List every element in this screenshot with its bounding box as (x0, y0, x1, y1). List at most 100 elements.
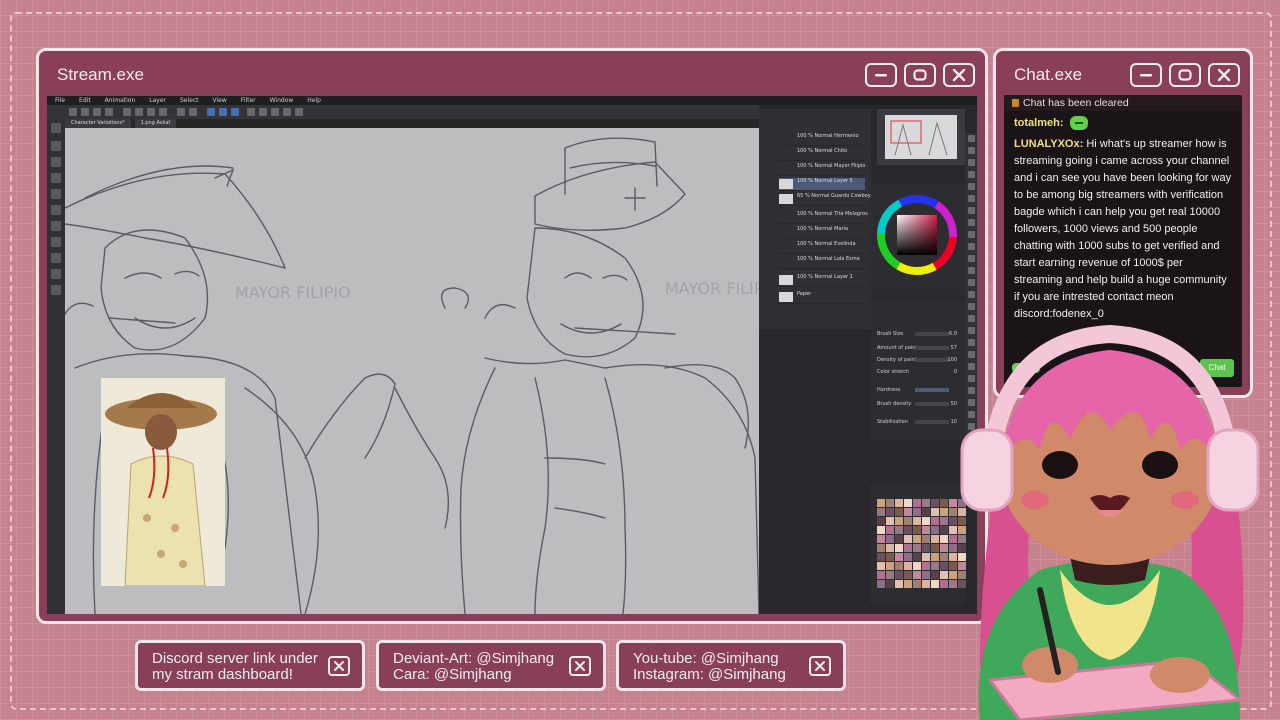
color-wheel[interactable] (871, 183, 965, 295)
color-swatch[interactable] (895, 526, 903, 534)
color-swatch[interactable] (922, 544, 930, 552)
color-swatch[interactable] (931, 562, 939, 570)
layer-item[interactable]: Paper (779, 291, 865, 304)
navigator-thumbnail[interactable] (885, 115, 957, 159)
drawing-canvas[interactable]: MAYOR FILIPIO MAYOR FILIPIO (65, 128, 759, 614)
menu-item[interactable]: View (213, 96, 227, 105)
color-swatch[interactable] (886, 571, 894, 579)
color-swatch[interactable] (922, 562, 930, 570)
layer-item[interactable]: 100 % Normal Tita Melagros (779, 211, 868, 224)
color-swatch[interactable] (931, 571, 939, 579)
color-swatch[interactable] (895, 580, 903, 588)
color-swatch[interactable] (886, 508, 894, 516)
color-swatch[interactable] (895, 517, 903, 525)
color-swatch[interactable] (895, 499, 903, 507)
chat-username[interactable]: LUNALYXOx: (1014, 138, 1083, 150)
color-swatch[interactable] (904, 580, 912, 588)
color-swatch[interactable] (904, 544, 912, 552)
menu-item[interactable]: Animation (105, 96, 136, 105)
color-swatch[interactable] (895, 562, 903, 570)
layer-item[interactable]: 100 % Normal Mayor Filipio (779, 163, 866, 176)
color-swatch[interactable] (877, 562, 885, 570)
color-swatch[interactable] (931, 517, 939, 525)
info-close-button[interactable] (809, 656, 831, 676)
minimize-button[interactable] (865, 63, 897, 87)
color-swatch[interactable] (913, 553, 921, 561)
color-swatch[interactable] (895, 553, 903, 561)
close-button[interactable] (1208, 63, 1240, 87)
color-swatch[interactable] (913, 580, 921, 588)
color-swatch[interactable] (904, 517, 912, 525)
layer-item[interactable]: 100 % Normal Evelinda (779, 241, 865, 254)
color-swatch[interactable] (922, 553, 930, 561)
color-swatch[interactable] (877, 508, 885, 516)
tab-reference[interactable]: 1.png Avkat (134, 119, 177, 128)
color-swatch[interactable] (877, 571, 885, 579)
color-swatch[interactable] (886, 544, 894, 552)
menu-item[interactable]: Edit (79, 96, 91, 105)
color-swatch[interactable] (877, 544, 885, 552)
menu-item[interactable]: File (55, 96, 65, 105)
layer-item[interactable]: 100 % Normal Layer 1 (779, 274, 865, 287)
color-swatch[interactable] (922, 499, 930, 507)
color-swatch[interactable] (931, 580, 939, 588)
color-swatch[interactable] (895, 571, 903, 579)
chat-username[interactable]: totalmeh: (1014, 117, 1064, 129)
menu-item[interactable]: Help (307, 96, 321, 105)
color-swatch[interactable] (904, 499, 912, 507)
color-swatch[interactable] (913, 499, 921, 507)
color-swatch[interactable] (913, 526, 921, 534)
color-swatch[interactable] (877, 517, 885, 525)
color-swatch[interactable] (886, 580, 894, 588)
color-swatch[interactable] (922, 580, 930, 588)
color-swatch[interactable] (904, 553, 912, 561)
menu-item[interactable]: Window (270, 96, 294, 105)
color-swatch[interactable] (922, 526, 930, 534)
layer-item[interactable]: 65 % Normal Guardo Cowboy (779, 193, 871, 206)
layer-item[interactable]: 100 % Normal Maria (779, 226, 865, 239)
layer-item[interactable]: 100 % Normal Chito (779, 148, 865, 161)
menu-item[interactable]: Layer (149, 96, 166, 105)
color-swatch[interactable] (913, 517, 921, 525)
color-swatch[interactable] (886, 517, 894, 525)
color-swatch[interactable] (886, 562, 894, 570)
menu-item[interactable]: Filter (241, 96, 256, 105)
layer-item[interactable]: 100 % Normal Lola Esme (779, 256, 865, 269)
color-swatch[interactable] (877, 553, 885, 561)
color-swatch[interactable] (886, 553, 894, 561)
color-swatch[interactable] (931, 553, 939, 561)
color-swatch[interactable] (877, 526, 885, 534)
color-swatch[interactable] (904, 535, 912, 543)
minimize-button[interactable] (1130, 63, 1162, 87)
color-swatch[interactable] (904, 508, 912, 516)
color-swatch[interactable] (913, 535, 921, 543)
maximize-button[interactable] (904, 63, 936, 87)
color-swatch[interactable] (877, 535, 885, 543)
color-swatch[interactable] (931, 499, 939, 507)
color-swatch[interactable] (922, 517, 930, 525)
color-swatch[interactable] (913, 571, 921, 579)
color-swatch[interactable] (886, 526, 894, 534)
color-swatch[interactable] (931, 535, 939, 543)
color-swatch[interactable] (931, 544, 939, 552)
color-swatch[interactable] (895, 544, 903, 552)
color-swatch[interactable] (913, 508, 921, 516)
color-swatch[interactable] (904, 571, 912, 579)
info-close-button[interactable] (328, 656, 350, 676)
tab-character-variations[interactable]: Character Variations* (65, 119, 131, 128)
color-swatch[interactable] (913, 562, 921, 570)
color-swatch[interactable] (922, 508, 930, 516)
menu-item[interactable]: Select (180, 96, 199, 105)
color-swatch[interactable] (877, 499, 885, 507)
color-swatch[interactable] (922, 571, 930, 579)
color-swatch[interactable] (886, 499, 894, 507)
color-swatch[interactable] (904, 526, 912, 534)
color-swatch[interactable] (931, 526, 939, 534)
color-swatch[interactable] (922, 535, 930, 543)
close-button[interactable] (943, 63, 975, 87)
layer-item[interactable]: 100 % Normal Hermenio (779, 133, 865, 146)
color-swatch[interactable] (886, 535, 894, 543)
color-swatch[interactable] (895, 508, 903, 516)
color-swatch[interactable] (904, 562, 912, 570)
color-swatch[interactable] (931, 508, 939, 516)
